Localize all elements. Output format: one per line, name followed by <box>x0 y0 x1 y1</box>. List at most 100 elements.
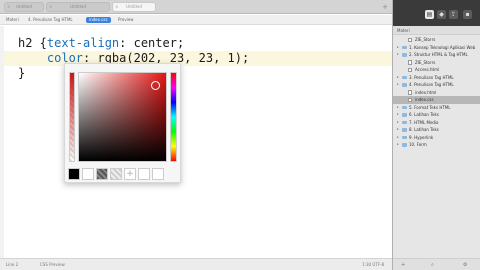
tree-item-label: index.html <box>415 89 437 95</box>
sidebar-title: Materi <box>393 26 480 35</box>
file-tree: ZIE_Storrs ▸ 1. Konsep Teknologi Aplikasi … <box>393 35 480 149</box>
tree-folder[interactable]: ▸ 4. Penulisan Tag HTML <box>393 81 480 89</box>
share-icon[interactable]: ⇪ <box>449 10 458 19</box>
breadcrumb: Materi 4. Penulisan Tag HTML index.css P… <box>0 15 392 25</box>
tree-item-label: 9. Hyperlink <box>409 134 434 140</box>
tree-folder[interactable]: ▸ 9. Hyperlink <box>393 134 480 142</box>
tree-item-label: 7. HTML Media <box>409 119 439 125</box>
sidebar-footer: + ⌕ ⚙ <box>393 258 480 270</box>
folder-icon <box>402 113 407 117</box>
folder-icon <box>402 83 407 87</box>
tree-folder[interactable]: ▸ 10. Form <box>393 141 480 149</box>
swatch-empty[interactable] <box>138 168 150 180</box>
tab-label: Untitled <box>70 4 86 9</box>
tree-item-label: 4. Penulisan Tag HTML <box>409 82 454 87</box>
files-icon[interactable]: ▤ <box>425 10 434 19</box>
tree-item-label: 6. Latihan Teks <box>409 112 439 117</box>
chevron-right-icon[interactable]: ▸ <box>397 81 399 89</box>
tree-folder[interactable]: ▸ 5. Format Teks HTML <box>393 104 480 112</box>
chevron-right-icon[interactable]: ▸ <box>397 74 399 82</box>
close-icon[interactable]: × <box>115 3 118 11</box>
saturation-value-area[interactable] <box>78 72 167 162</box>
tree-folder[interactable]: ▸ 7. HTML Media <box>393 119 480 127</box>
chevron-right-icon[interactable]: ▸ <box>397 134 399 142</box>
tree-file[interactable]: ZIE_Storrs <box>393 36 480 44</box>
breadcrumb-item[interactable]: 4. Penulisan Tag HTML <box>28 17 73 23</box>
tab-2[interactable]: × Untitled <box>46 2 110 12</box>
file-icon <box>408 67 412 72</box>
sidebar-toolbar: ▤ ◆ ⇪ ▪ <box>393 0 480 26</box>
tree-folder[interactable]: ▸ 6. Latihan Teks <box>393 111 480 119</box>
chevron-right-icon[interactable]: ▸ <box>397 141 399 149</box>
tree-file[interactable]: ZIE_Storrs <box>393 59 480 67</box>
folder-icon <box>402 53 407 57</box>
tab-3[interactable]: × Untitled <box>112 2 156 12</box>
editor-window: × Untitled × Untitled × Untitled + Materi 4… <box>0 0 480 270</box>
new-tab-button[interactable]: + <box>382 2 388 12</box>
status-line: Line 2 <box>6 262 19 267</box>
hue-slider[interactable] <box>170 72 177 162</box>
swatch-black[interactable] <box>68 168 80 180</box>
tree-folder[interactable]: ▸ 1. Konsep Teknologi Aplikasi Web <box>393 44 480 52</box>
close-icon[interactable]: × <box>7 3 10 11</box>
file-icon <box>408 97 412 102</box>
code-line-1: h2 {text-align: center; <box>18 36 185 50</box>
tree-file[interactable]: index.css <box>393 96 480 104</box>
chevron-right-icon[interactable]: ▸ <box>397 111 399 119</box>
folder-icon <box>402 128 407 132</box>
folder-icon <box>402 143 407 147</box>
code-line-3: } <box>18 66 26 80</box>
opacity-slider[interactable] <box>69 72 75 162</box>
swatch-light[interactable] <box>110 168 122 180</box>
tree-item-label: Access.html <box>415 67 440 72</box>
gear-icon[interactable]: ⚙ <box>463 262 467 268</box>
file-icon <box>408 37 412 42</box>
dropbox-icon[interactable]: ◆ <box>437 10 446 19</box>
tree-item-label: index.css <box>415 97 434 102</box>
chevron-right-icon[interactable]: ▸ <box>397 119 399 127</box>
tree-item-label: 2. Struktur HTML & Tag HTML <box>409 52 468 57</box>
tree-item-label: 10. Form <box>409 142 427 147</box>
swatch-white[interactable] <box>82 168 94 180</box>
tree-item-label: ZIE_Storrs <box>415 37 436 42</box>
folder-icon <box>402 105 407 109</box>
tab-label: Untitled <box>16 4 32 9</box>
tree-file[interactable]: index.html <box>393 89 480 97</box>
tree-item-label: ZIE_Storrs <box>415 59 436 65</box>
tree-folder[interactable]: ▸ 2. Struktur HTML & Tag HTML <box>393 51 480 59</box>
folder-icon <box>402 120 407 124</box>
search-icon[interactable]: ⌕ <box>431 262 434 268</box>
preview-button[interactable]: Preview <box>118 17 134 23</box>
file-sidebar: ▤ ◆ ⇪ ▪ Materi ZIE_Storrs ▸ 1. Konsep Tekn… <box>392 0 480 270</box>
tree-folder[interactable]: ▸ 8. Latihan Teks <box>393 126 480 134</box>
swatch-row: + <box>68 168 178 180</box>
tab-bar: × Untitled × Untitled × Untitled + <box>0 0 392 14</box>
chevron-right-icon[interactable]: ▸ <box>397 44 399 52</box>
swatch-empty[interactable] <box>152 168 164 180</box>
chevron-right-icon[interactable]: ▸ <box>397 104 399 112</box>
code-editor[interactable]: h2 {text-align: center; color: rgba(202,… <box>0 26 392 258</box>
chevron-right-icon[interactable]: ▸ <box>397 126 399 134</box>
folder-icon <box>402 45 407 49</box>
status-bar: Line 2 CSS Preview 1:30 UTF-8 <box>0 258 392 270</box>
tree-item-label: 5. Format Teks HTML <box>409 104 451 110</box>
folder-icon <box>402 75 407 79</box>
tab-1[interactable]: × Untitled <box>4 2 44 12</box>
tree-file[interactable]: Access.html <box>393 66 480 74</box>
tree-item-label: 3. Penulisan Tag HTML <box>409 74 454 80</box>
breadcrumb-item[interactable]: Materi <box>6 17 19 23</box>
tree-folder[interactable]: ▸ 3. Penulisan Tag HTML <box>393 74 480 82</box>
tree-item-label: 8. Latihan Teks <box>409 127 439 132</box>
swatch-dark[interactable] <box>96 168 108 180</box>
close-icon[interactable]: × <box>49 3 52 11</box>
folder-icon <box>402 135 407 139</box>
add-icon[interactable]: + <box>401 262 405 268</box>
more-icon[interactable]: ▪ <box>463 10 472 19</box>
color-cursor[interactable] <box>151 81 160 90</box>
color-picker: + <box>64 63 181 183</box>
chevron-right-icon[interactable]: ▸ <box>397 51 399 59</box>
status-position: 1:30 UTF-8 <box>362 262 384 267</box>
status-preview[interactable]: CSS Preview <box>40 262 65 267</box>
add-swatch-button[interactable]: + <box>124 168 136 180</box>
breadcrumb-item-active[interactable]: index.css <box>86 17 111 23</box>
